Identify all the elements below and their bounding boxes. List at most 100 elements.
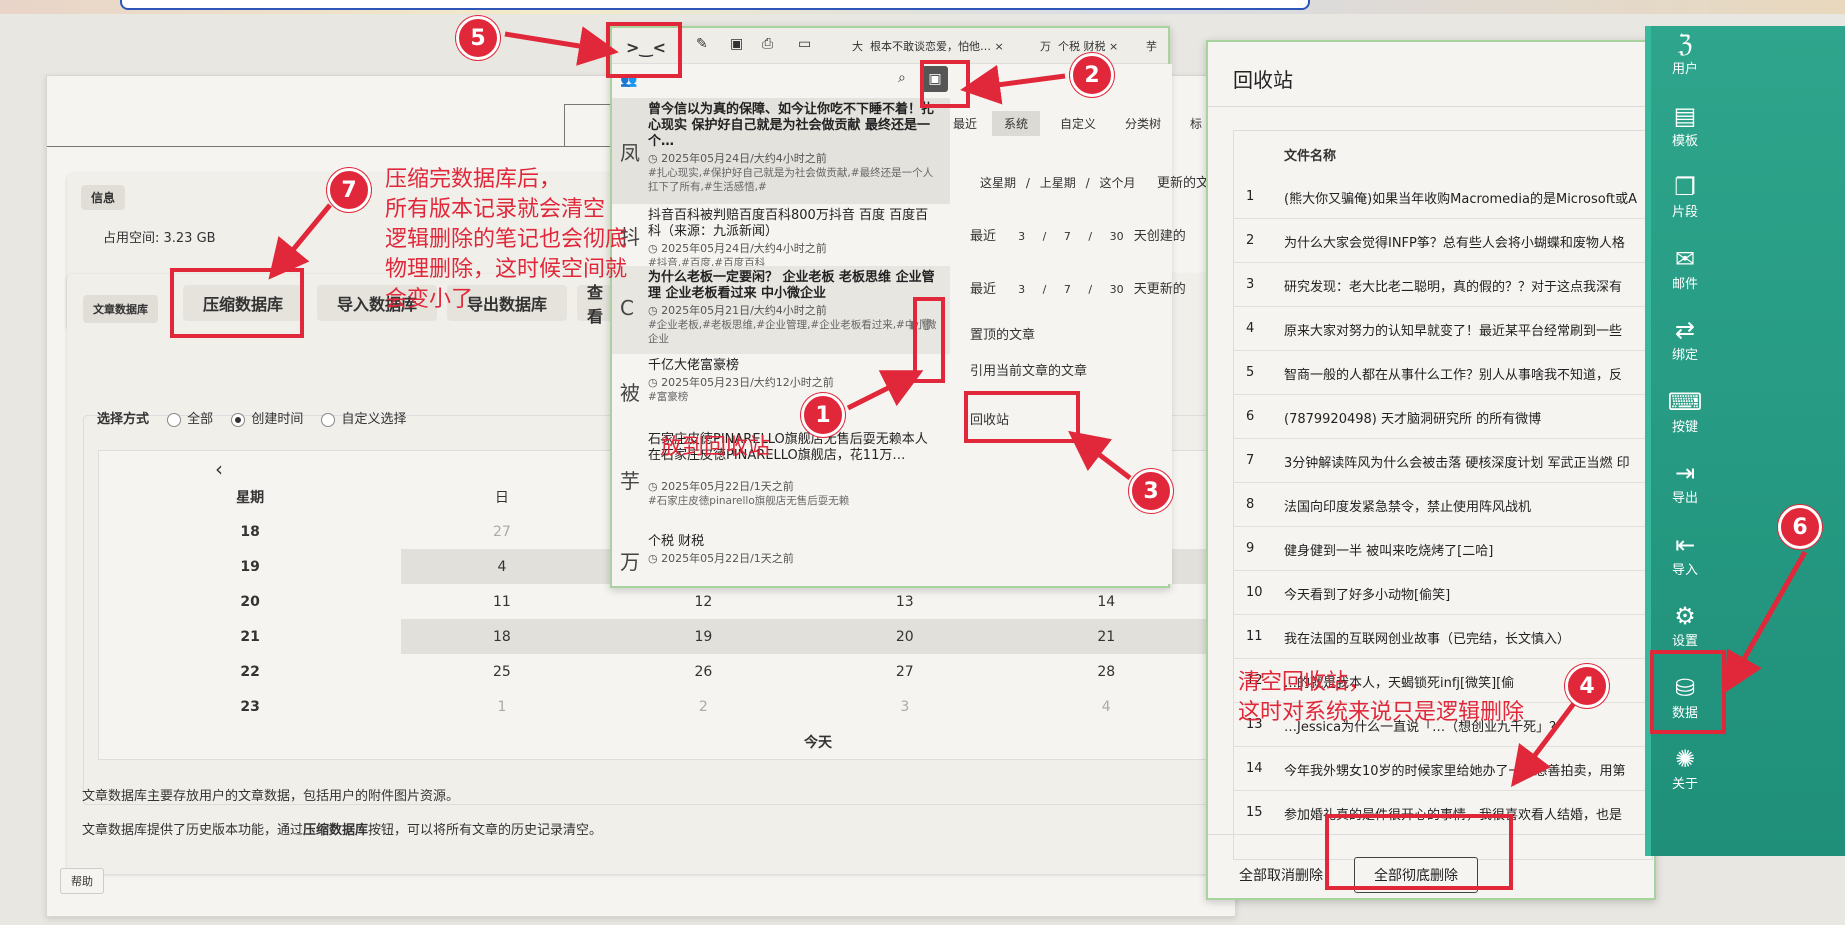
sidebar-item-user[interactable]: ℨ 用户 (1645, 30, 1725, 77)
note-list-item[interactable]: 万个税 财税 ◷ 2025年05月22日/1天之前 (612, 530, 950, 588)
note-tags: #企业老板,#老板思维,#企业管理,#企业老板看过来,#中小微企业 (648, 319, 937, 345)
select-mode: 选择方式 全部 创建时间 自定义选择 (97, 408, 406, 427)
week-number[interactable]: 22 (99, 654, 401, 689)
note-letter: 被 (620, 381, 640, 405)
recycle-row[interactable]: 7 3分钟解读阵风为什么会被击落 硬核深度计划 军武正当燃 印 (1234, 439, 1652, 483)
tab-3[interactable]: 芋 (1146, 38, 1166, 54)
row-index: 5 (1246, 365, 1255, 380)
recycle-row[interactable]: 10 今天看到了好多小动物[偷笑] (1234, 571, 1652, 615)
calendar-day[interactable]: 27 (401, 514, 602, 549)
recent-created[interactable]: 最近 3 / 7 / 30 天创建的 (970, 225, 1186, 244)
week-number[interactable]: 18 (99, 514, 401, 549)
recycle-row[interactable]: 14 今年我外甥女10岁的时候家里给她办了一个慈善拍卖，用第 (1234, 747, 1652, 791)
note-letter: 芋 (620, 469, 640, 493)
sidebar-item-bulb[interactable]: ✺ 关于 (1645, 745, 1725, 792)
filter-tab-system[interactable]: 系统 (992, 111, 1041, 136)
note-title: 千亿大佬富豪榜 (648, 358, 740, 373)
calendar-day[interactable]: 12 (603, 584, 804, 619)
recycle-bin-panel: 回收站 文件名称 1 (熊大你又骗俺)如果当年收购Macromedia的是Micr… (1206, 40, 1656, 900)
card-icon[interactable]: ▭ (798, 36, 811, 52)
tab-2[interactable]: 万 个税 财税 × (1040, 38, 1118, 54)
calendar-day[interactable]: 20 (804, 619, 1006, 654)
note-list-item[interactable]: 被千亿大佬富豪榜 ◷ 2025年05月23日/大约12小时之前 #富豪榜 (612, 354, 950, 428)
sidebar-item-label: 关于 (1671, 777, 1698, 792)
calendar-day[interactable]: 21 (1005, 619, 1207, 654)
recycle-row[interactable]: 1 (熊大你又骗俺)如果当年收购Macromedia的是Microsoft或A (1234, 175, 1652, 219)
calendar-prev-button[interactable]: ‹ (215, 457, 223, 481)
sidebar-item-label: 模板 (1671, 133, 1698, 149)
calendar-day[interactable]: 27 (804, 654, 1005, 689)
edit-icon[interactable]: ✎ (696, 36, 708, 52)
pinned-articles[interactable]: 置顶的文章 (970, 324, 1035, 343)
search-icon[interactable]: ⌕ (898, 70, 906, 86)
note-list-item[interactable]: 抖抖音百科被判赔百度百科800万抖音 百度 百度百科（来源：九派新闻） ◷ 202… (612, 204, 950, 269)
week-number[interactable]: 23 (99, 689, 401, 724)
note-list-item[interactable]: C 为什么老板一定要闲？ 企业老板 老板思维 企业管理 企业老板看过来 中小微企业… (612, 266, 950, 354)
recycle-row[interactable]: 5 智商一般的人都在从事什么工作？别人从事啥我不知道，反 (1234, 351, 1652, 395)
note-tags: #石家庄皮徳pinarello旗舰店无售后耍无赖 (648, 495, 850, 507)
filter-tab-custom[interactable]: 自定义 (1060, 115, 1096, 132)
recycle-row[interactable]: 9 健身健到一半 被叫来吃烧烤了[二哈] (1234, 527, 1652, 571)
calendar-day[interactable]: 3 (804, 689, 1005, 724)
week-header: 星期 (236, 489, 265, 506)
today-label[interactable]: 今天 (99, 724, 1207, 759)
calendar-day[interactable]: 11 (401, 584, 602, 619)
sidebar-item-import[interactable]: ⇤ 导入 (1645, 531, 1725, 578)
calendar-day[interactable]: 18 (401, 619, 603, 654)
calendar-day[interactable]: 4 (1006, 689, 1207, 724)
note-list-item[interactable]: 凤曾今信以为真的保障、如今让你吃不下睡不着！扎心现实 保护好自己就是为社会做贡献… (612, 98, 950, 204)
row-index: 10 (1246, 585, 1263, 600)
calendar-day[interactable]: 19 (602, 619, 805, 654)
calendar-day[interactable]: 4 (401, 549, 603, 584)
recycle-row[interactable]: 8 法国向印度发紧急禁令，禁止使用阵风战机 (1234, 483, 1652, 527)
period-links[interactable]: 这星期 / 上星期 / 这个月 (980, 174, 1135, 191)
tab-1[interactable]: 大 根本不敢谈恋爱，怕他… × (852, 38, 1004, 54)
note-date: ◷ 2025年05月24日/大约4小时之前 (648, 242, 827, 255)
week-number[interactable]: 19 (99, 549, 401, 584)
help-button[interactable]: 帮助 (60, 868, 104, 894)
sidebar-item-settings[interactable]: ⚙ 设置 (1645, 602, 1725, 649)
recent-updated[interactable]: 最近 3 / 7 / 30 天更新的 (970, 278, 1186, 297)
row-file-name: 研究发现：老大比老二聪明，真的假的？？对于这点我深有 (1284, 280, 1623, 295)
calendar-day[interactable]: 26 (603, 654, 804, 689)
radio-created[interactable]: 创建时间 (231, 412, 303, 427)
filter-tab-tree[interactable]: 分类树 (1125, 115, 1161, 132)
cite-articles[interactable]: 引用当前文章的文章 (970, 360, 1087, 379)
calendar-day[interactable]: 1 (401, 689, 602, 724)
recycle-row[interactable]: 2 为什么大家会觉得INFP筝？总有些人会将小蝴蝶和废物人格 (1234, 219, 1652, 263)
note-date: ◷ 2025年05月24日/大约4小时之前 (648, 152, 827, 165)
print-icon[interactable]: ⎙ (762, 36, 773, 52)
calendar-day[interactable]: 25 (401, 654, 602, 689)
calendar-day[interactable]: 2 (603, 689, 804, 724)
note-title: 抖音百科被判赔百度百科800万抖音 百度 百度百科（来源：九派新闻） (648, 208, 929, 239)
row-index: 9 (1246, 541, 1255, 556)
sidebar-item-keyboard[interactable]: ⌨ 按键 (1645, 388, 1725, 435)
calendar-day[interactable]: 13 (804, 584, 1005, 619)
desktop-top-strip (0, 0, 1845, 14)
filter-tab-more[interactable]: 标 (1190, 115, 1202, 132)
recycle-row[interactable]: 6 (7879920498) 天才脑洞研究所 的所有微博 (1234, 395, 1652, 439)
annotation-box-7 (170, 268, 304, 338)
radio-all[interactable]: 全部 (167, 412, 213, 427)
calendar-week-row: 23 1 2 3 4 (99, 689, 1207, 724)
calendar-day[interactable]: 28 (1006, 654, 1207, 689)
cancel-all-delete-button[interactable]: 全部取消删除 (1226, 857, 1336, 893)
sidebar-item-bind[interactable]: ⇄ 绑定 (1645, 316, 1725, 363)
sidebar-item-export[interactable]: ⇥ 导出 (1645, 459, 1725, 506)
calendar-day[interactable]: 14 (1006, 584, 1207, 619)
save-icon[interactable]: ▣ (730, 36, 743, 52)
sidebar-item-snippet[interactable]: ❐ 片段 (1645, 173, 1725, 220)
week-number[interactable]: 20 (99, 584, 401, 619)
marker-3: 3 (1129, 469, 1173, 513)
radio-custom[interactable]: 自定义选择 (321, 412, 406, 427)
filter-tab-recent[interactable]: 最近 (953, 115, 977, 132)
week-number[interactable]: 21 (99, 619, 401, 654)
recycle-row[interactable]: 11 我在法国的互联网创业故事（已完结，长文慎入） (1234, 615, 1652, 659)
recycle-row[interactable]: 4 原来大家对努力的认知早就变了！最近某平台经常刷到一些 (1234, 307, 1652, 351)
note-title: 为什么老板一定要闲？ 企业老板 老板思维 企业管理 企业老板看过来 中小微企业 (648, 270, 935, 301)
day-header: 日 (494, 489, 509, 506)
sidebar-item-mail[interactable]: ✉ 邮件 (1645, 245, 1725, 292)
sidebar-item-template[interactable]: ▤ 模板 (1645, 102, 1725, 149)
recycle-row[interactable]: 3 研究发现：老大比老二聪明，真的假的？？对于这点我深有 (1234, 263, 1652, 307)
user-icon: ℨ (1677, 30, 1693, 58)
